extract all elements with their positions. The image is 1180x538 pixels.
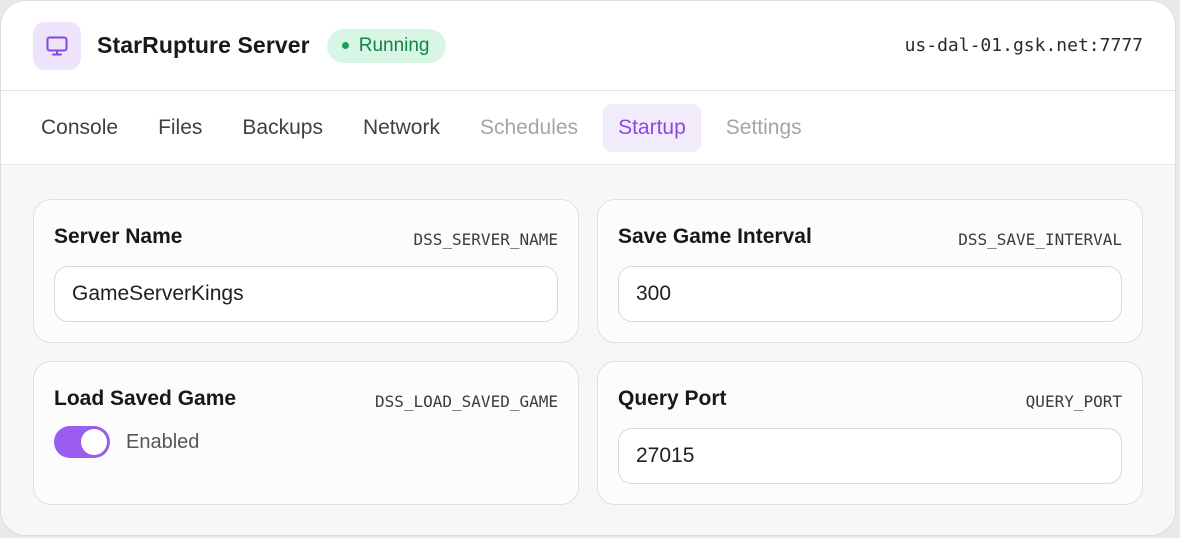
status-dot-icon (341, 42, 349, 49)
status-badge: Running (326, 28, 446, 63)
variable-label: Query Port (618, 387, 727, 410)
variable-card-load-saved-game: Load Saved Game DSS_LOAD_SAVED_GAME Enab… (33, 361, 579, 505)
save-interval-input[interactable]: 300 (618, 266, 1122, 322)
variable-label: Load Saved Game (54, 387, 237, 410)
variable-card-server-name: Server Name DSS_SERVER_NAME GameServerKi… (33, 199, 579, 343)
server-address: us-dal-01.gsk.net:7777 (904, 35, 1143, 56)
toggle-state-label: Enabled (126, 430, 200, 453)
variable-env-name: QUERY_PORT (1025, 392, 1122, 411)
server-header: StarRupture Server Running us-dal-01.gsk… (1, 1, 1175, 91)
variable-env-name: DSS_LOAD_SAVED_GAME (374, 392, 558, 411)
tab-network[interactable]: Network (348, 104, 455, 152)
query-port-input[interactable]: 27015 (618, 428, 1122, 484)
load-saved-game-toggle-row: Enabled (54, 426, 199, 458)
server-title: StarRupture Server (97, 32, 310, 58)
variable-env-name: DSS_SAVE_INTERVAL (958, 230, 1122, 249)
variable-card-query-port: Query Port QUERY_PORT 27015 (597, 361, 1143, 505)
tab-schedules[interactable]: Schedules (465, 104, 593, 152)
server-name-input[interactable]: GameServerKings (54, 266, 558, 322)
tab-settings[interactable]: Settings (711, 104, 817, 152)
server-panel: StarRupture Server Running us-dal-01.gsk… (0, 0, 1176, 536)
variable-label: Server Name (54, 225, 183, 248)
tab-backups[interactable]: Backups (227, 104, 338, 152)
monitor-icon (33, 21, 81, 70)
tab-bar: Console Files Backups Network Schedules … (1, 91, 1175, 165)
startup-variables: Server Name DSS_SERVER_NAME GameServerKi… (1, 166, 1175, 535)
tab-files[interactable]: Files (143, 104, 217, 152)
variable-env-name: DSS_SERVER_NAME (413, 230, 559, 249)
status-label: Running (358, 34, 430, 56)
load-saved-game-toggle[interactable] (54, 426, 110, 458)
tab-startup[interactable]: Startup (603, 103, 701, 152)
variable-label: Save Game Interval (618, 225, 812, 248)
toggle-knob (81, 429, 107, 455)
tab-console[interactable]: Console (26, 104, 133, 152)
variable-card-save-interval: Save Game Interval DSS_SAVE_INTERVAL 300 (597, 199, 1143, 343)
